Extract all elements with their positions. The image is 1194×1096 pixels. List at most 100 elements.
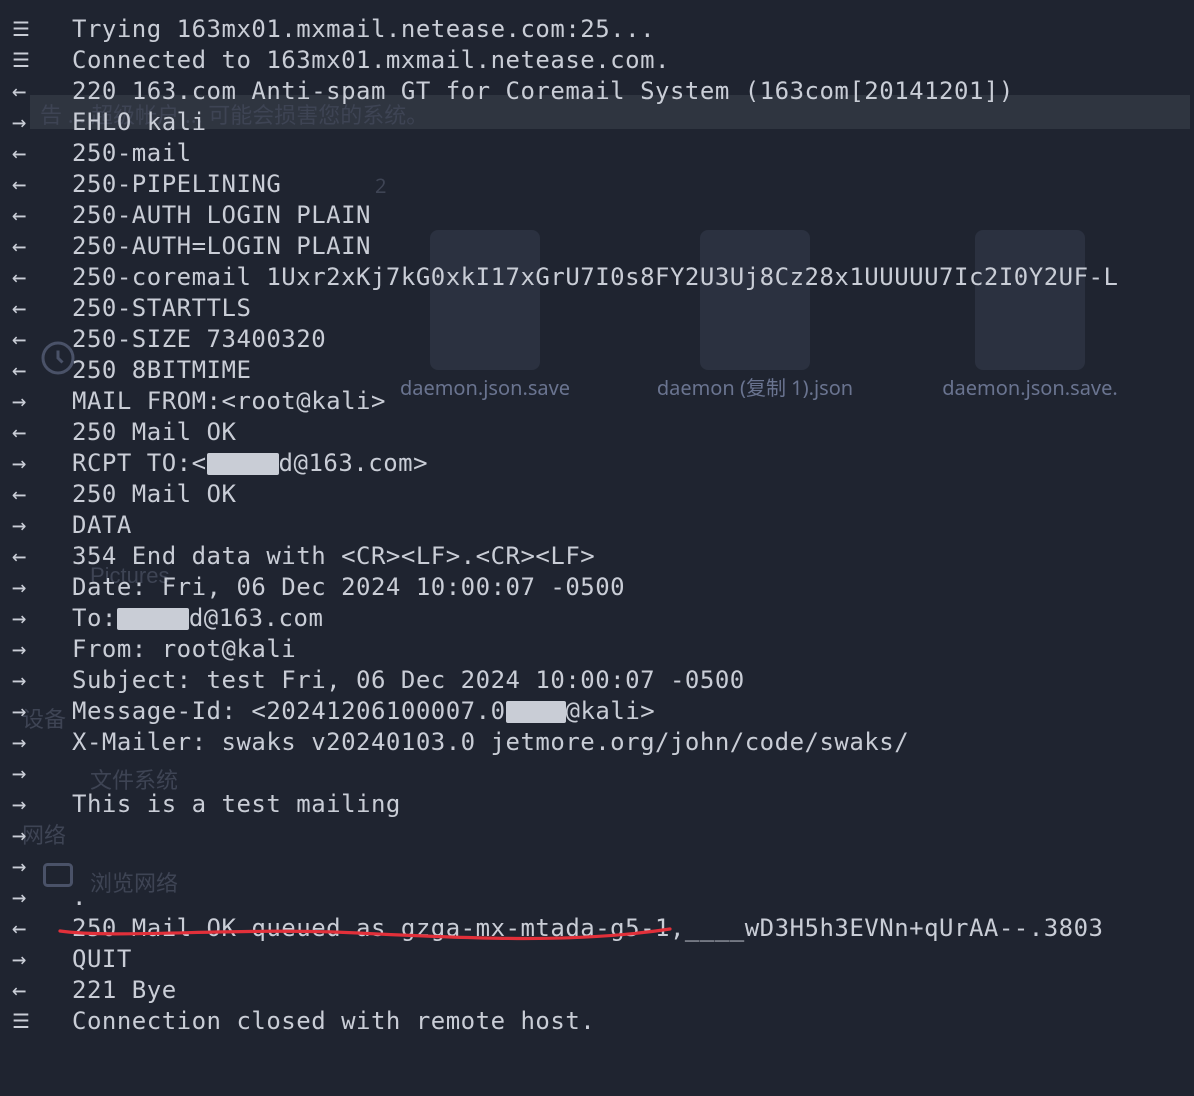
line-text: QUIT (72, 944, 132, 975)
line-text: MAIL FROM:<root@kali> (72, 386, 386, 417)
line-text: X-Mailer: swaks v20240103.0 jetmore.org/… (72, 727, 909, 758)
line-text: 250-AUTH=LOGIN PLAIN (72, 231, 371, 262)
line-prefix-icon: → (12, 727, 72, 758)
terminal-line: ← 221 Bye (12, 975, 1118, 1006)
line-text: 250-coremail 1Uxr2xKj7kG0xkI17xGrU7I0s8F… (72, 262, 1118, 293)
line-text: 250-mail (72, 138, 192, 169)
line-prefix-icon: ← (12, 417, 72, 448)
line-prefix-icon: → (12, 758, 72, 789)
line-text: This is a test mailing (72, 789, 401, 820)
terminal-line: ← 250 8BITMIME (12, 355, 1118, 386)
terminal-line: → (12, 851, 1118, 882)
line-text: 250-STARTTLS (72, 293, 251, 324)
line-prefix-icon: → (12, 386, 72, 417)
terminal-line: ← 250-mail (12, 138, 1118, 169)
line-text: 250-AUTH LOGIN PLAIN (72, 200, 371, 231)
terminal-line: ☰Trying 163mx01.mxmail.netease.com:25... (12, 14, 1118, 45)
line-prefix-icon: ☰ (12, 1006, 72, 1037)
line-prefix-icon: → (12, 851, 72, 882)
line-prefix-icon: → (12, 603, 72, 634)
terminal-line: →Message-Id: <20241206100007.0 @kali> (12, 696, 1118, 727)
line-prefix-icon: → (12, 510, 72, 541)
line-text: 250 Mail OK (72, 479, 236, 510)
line-prefix-icon: ← (12, 231, 72, 262)
line-prefix-icon: → (12, 634, 72, 665)
line-text: Message-Id: <20241206100007.0 (72, 696, 506, 727)
line-text: From: root@kali (72, 634, 296, 665)
terminal-line: ← 220 163.com Anti-spam GT for Coremail … (12, 76, 1118, 107)
line-text: Date: Fri, 06 Dec 2024 10:00:07 -0500 (72, 572, 625, 603)
terminal-line: ← 250 Mail OK (12, 479, 1118, 510)
line-text: Connection closed with remote host. (72, 1006, 595, 1037)
terminal-line: ← 250-AUTH=LOGIN PLAIN (12, 231, 1118, 262)
terminal-line: →X-Mailer: swaks v20240103.0 jetmore.org… (12, 727, 1118, 758)
terminal-line: ← 250-AUTH LOGIN PLAIN (12, 200, 1118, 231)
terminal-line: ← 250-PIPELINING (12, 169, 1118, 200)
terminal-line: → (12, 820, 1118, 851)
line-text: EHLO kali (72, 107, 207, 138)
line-prefix-icon: ← (12, 169, 72, 200)
line-prefix-icon: → (12, 448, 72, 479)
line-prefix-icon: ← (12, 324, 72, 355)
line-prefix-icon: ☰ (12, 14, 72, 45)
line-text: 221 Bye (72, 975, 177, 1006)
line-text-tail: d@163.com> (279, 448, 429, 479)
line-prefix-icon: ← (12, 293, 72, 324)
line-prefix-icon: → (12, 107, 72, 138)
terminal-line: →From: root@kali (12, 634, 1118, 665)
line-text: 354 End data with <CR><LF>.<CR><LF> (72, 541, 595, 572)
line-text: Trying 163mx01.mxmail.netease.com:25... (72, 14, 655, 45)
line-text: 220 163.com Anti-spam GT for Coremail Sy… (72, 76, 1014, 107)
terminal-line: ← 250-SIZE 73400320 (12, 324, 1118, 355)
line-text: DATA (72, 510, 132, 541)
line-prefix-icon: ← (12, 355, 72, 386)
line-prefix-icon: → (12, 665, 72, 696)
terminal-line: ← 250-coremail 1Uxr2xKj7kG0xkI17xGrU7I0s… (12, 262, 1118, 293)
line-prefix-icon: → (12, 696, 72, 727)
terminal-line: ☰Connected to 163mx01.mxmail.netease.com… (12, 45, 1118, 76)
line-text: RCPT TO:< (72, 448, 207, 479)
terminal-line: →MAIL FROM:<root@kali> (12, 386, 1118, 417)
terminal-line: ☰Connection closed with remote host. (12, 1006, 1118, 1037)
terminal-line: →RCPT TO:< d@163.com> (12, 448, 1118, 479)
line-text: . (72, 882, 87, 913)
line-prefix-icon: → (12, 882, 72, 913)
line-text: Connected to 163mx01.mxmail.netease.com. (72, 45, 670, 76)
terminal-line: → (12, 758, 1118, 789)
terminal-line: ← 250 Mail OK queued as gzga-mx-mtada-g5… (12, 913, 1118, 944)
line-prefix-icon: → (12, 789, 72, 820)
terminal-line: ← 250 Mail OK (12, 417, 1118, 448)
terminal-line: →Date: Fri, 06 Dec 2024 10:00:07 -0500 (12, 572, 1118, 603)
terminal-line: →Subject: test Fri, 06 Dec 2024 10:00:07… (12, 665, 1118, 696)
line-prefix-icon: ← (12, 975, 72, 1006)
line-text-tail: @kali> (566, 696, 656, 727)
line-text: 250 8BITMIME (72, 355, 251, 386)
line-prefix-icon: → (12, 820, 72, 851)
terminal-line: →To: d@163.com (12, 603, 1118, 634)
line-prefix-icon: ← (12, 138, 72, 169)
terminal-line: →. (12, 882, 1118, 913)
redacted-segment (117, 608, 189, 630)
line-text: To: (72, 603, 117, 634)
terminal-line: →This is a test mailing (12, 789, 1118, 820)
line-prefix-icon: ← (12, 541, 72, 572)
line-text: 250 Mail OK queued as gzga-mx-mtada-g5-1… (72, 913, 1104, 944)
line-text: 250-PIPELINING (72, 169, 281, 200)
line-text: 250 Mail OK (72, 417, 236, 448)
redacted-segment (207, 453, 279, 475)
terminal-line: →DATA (12, 510, 1118, 541)
line-prefix-icon: ← (12, 913, 72, 944)
terminal-line: →EHLO kali (12, 107, 1118, 138)
line-prefix-icon: → (12, 944, 72, 975)
line-text-tail: d@163.com (189, 603, 324, 634)
line-prefix-icon: ← (12, 479, 72, 510)
line-prefix-icon: ← (12, 262, 72, 293)
line-prefix-icon: ← (12, 200, 72, 231)
terminal-line: ← 354 End data with <CR><LF>.<CR><LF> (12, 541, 1118, 572)
line-prefix-icon: ← (12, 76, 72, 107)
terminal-output[interactable]: ☰Trying 163mx01.mxmail.netease.com:25...… (12, 14, 1118, 1037)
terminal-line: →QUIT (12, 944, 1118, 975)
line-prefix-icon: → (12, 572, 72, 603)
line-text: Subject: test Fri, 06 Dec 2024 10:00:07 … (72, 665, 745, 696)
redacted-segment (506, 701, 566, 723)
